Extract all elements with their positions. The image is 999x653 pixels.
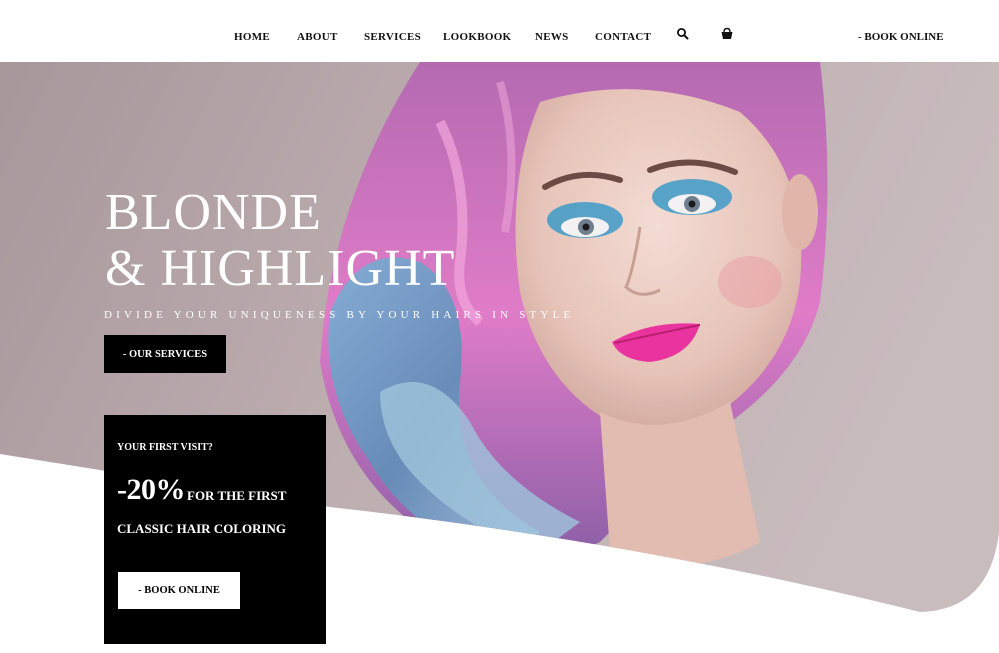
promo-question: YOUR FIRST VISIT? <box>117 442 213 453</box>
hero-title-line2: & HIGHLIGHT <box>105 240 456 297</box>
hero-title: BLONDE & HIGHLIGHT <box>105 185 455 297</box>
nav-services[interactable]: SERVICES <box>364 31 421 43</box>
nav-home[interactable]: HOME <box>234 31 270 43</box>
search-icon[interactable] <box>676 27 690 41</box>
promo-card: YOUR FIRST VISIT? -20% FOR THE FIRST CLA… <box>104 415 326 644</box>
hero-tagline: DIVIDE YOUR UNIQUENESS BY YOUR HAIRS IN … <box>104 309 575 321</box>
hero-section: BLONDE & HIGHLIGHT DIVIDE YOUR UNIQUENES… <box>0 62 999 653</box>
site-header: HOME ABOUT SERVICES LOOKBOOK NEWS CONTAC… <box>0 0 999 62</box>
cart-icon[interactable] <box>720 27 734 41</box>
book-online-link[interactable]: - BOOK ONLINE <box>858 31 944 43</box>
nav-lookbook[interactable]: LOOKBOOK <box>443 31 511 43</box>
nav-contact[interactable]: CONTACT <box>595 31 651 43</box>
hero-title-line1: BLONDE <box>105 184 322 241</box>
promo-book-online-button[interactable]: - BOOK ONLINE <box>118 572 240 609</box>
our-services-button[interactable]: - OUR SERVICES <box>104 335 226 373</box>
promo-line1: FOR THE FIRST <box>187 488 287 503</box>
promo-line2: CLASSIC HAIR COLORING <box>117 521 287 536</box>
nav-news[interactable]: NEWS <box>535 31 569 43</box>
promo-discount: -20% <box>117 473 186 506</box>
nav-about[interactable]: ABOUT <box>297 31 338 43</box>
